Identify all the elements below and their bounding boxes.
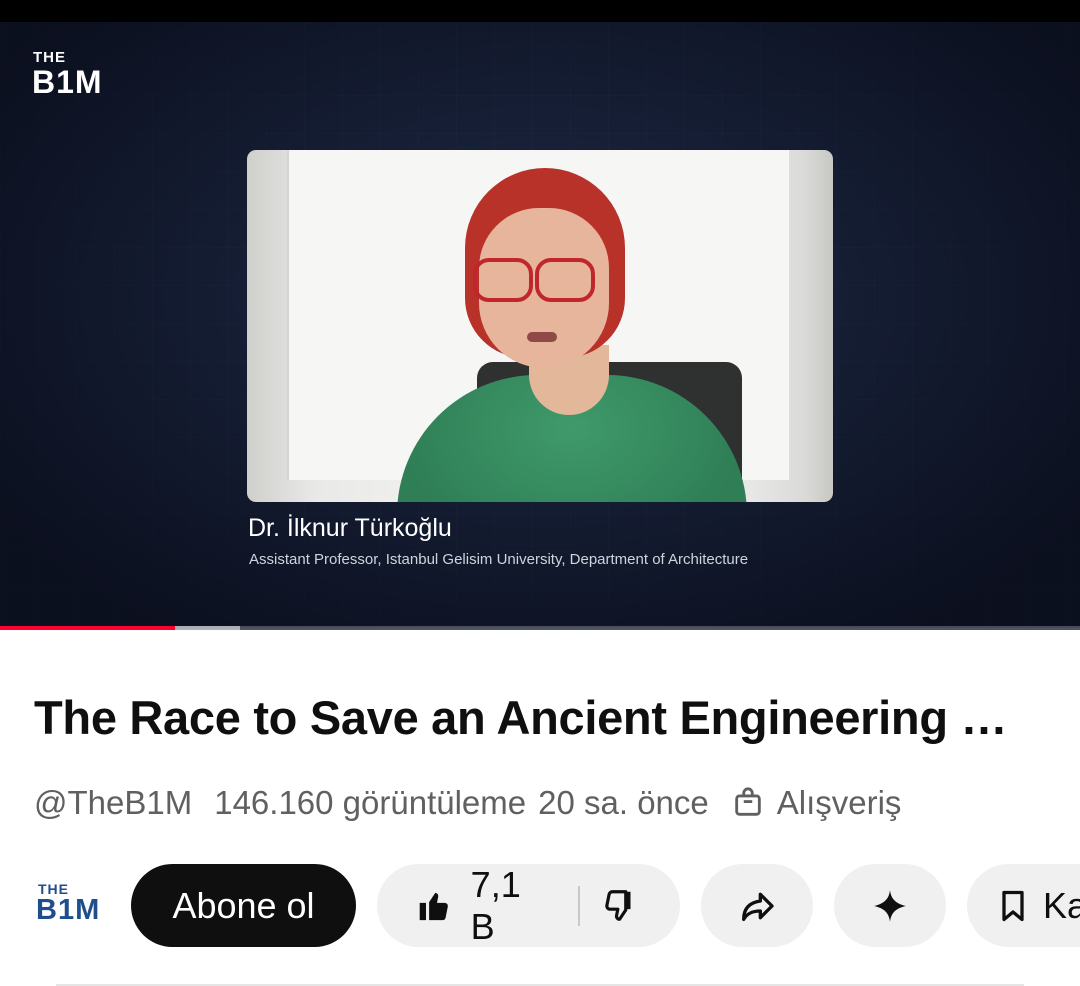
like-dislike-group: 7,1 B (377, 864, 680, 947)
thumb-down-icon (605, 889, 631, 921)
save-button[interactable]: Ka (967, 864, 1080, 947)
glasses-right (535, 258, 595, 302)
like-count: 7,1 B (470, 863, 521, 947)
speaker-name: Dr. İlknur Türkoğlu (248, 514, 452, 542)
publish-time: 20 sa. önce (538, 784, 709, 821)
share-icon (742, 892, 774, 921)
watermark-the: THE (33, 49, 66, 66)
dislike-button[interactable] (580, 864, 680, 947)
shopping-link[interactable]: Alışveriş (731, 784, 902, 822)
speaker-mouth (527, 332, 557, 342)
video-channel-watermark: THE B1M (32, 50, 103, 98)
shopping-bag-icon (735, 787, 761, 816)
status-strip (0, 0, 1080, 22)
glasses-left (473, 258, 533, 302)
channel-handle[interactable]: @TheB1M (34, 784, 192, 822)
subscribe-button[interactable]: Abone ol (131, 864, 356, 947)
thumb-up-icon (419, 892, 448, 920)
watermark-b1m: B1M (32, 64, 103, 100)
video-meta[interactable]: @TheB1M 146.160 görüntüleme 20 sa. önce … (34, 781, 1044, 825)
video-title[interactable]: The Race to Save an Ancient Engineering … (34, 690, 1049, 745)
ask-ai-button[interactable] (834, 864, 946, 947)
share-button[interactable] (701, 864, 813, 947)
save-label: Ka (1043, 884, 1080, 926)
sparkle-icon (874, 889, 906, 922)
video-player[interactable]: THE B1M Dr. İlknur Türkoğlu Assistant Pr… (0, 0, 1080, 630)
channel-avatar[interactable]: THE B1M (36, 882, 100, 925)
speaker-title: Assistant Professor, Istanbul Gelisim Un… (249, 551, 749, 568)
like-button[interactable]: 7,1 B (377, 864, 578, 947)
avatar-b1m: B1M (36, 894, 101, 926)
view-count: 146.160 görüntüleme (214, 784, 527, 821)
interview-frame (247, 150, 833, 502)
action-bar: THE B1M Abone ol 7,1 B Ka (0, 862, 1080, 950)
bookmark-icon (1002, 890, 1024, 921)
shopping-label: Alışveriş (776, 784, 902, 821)
